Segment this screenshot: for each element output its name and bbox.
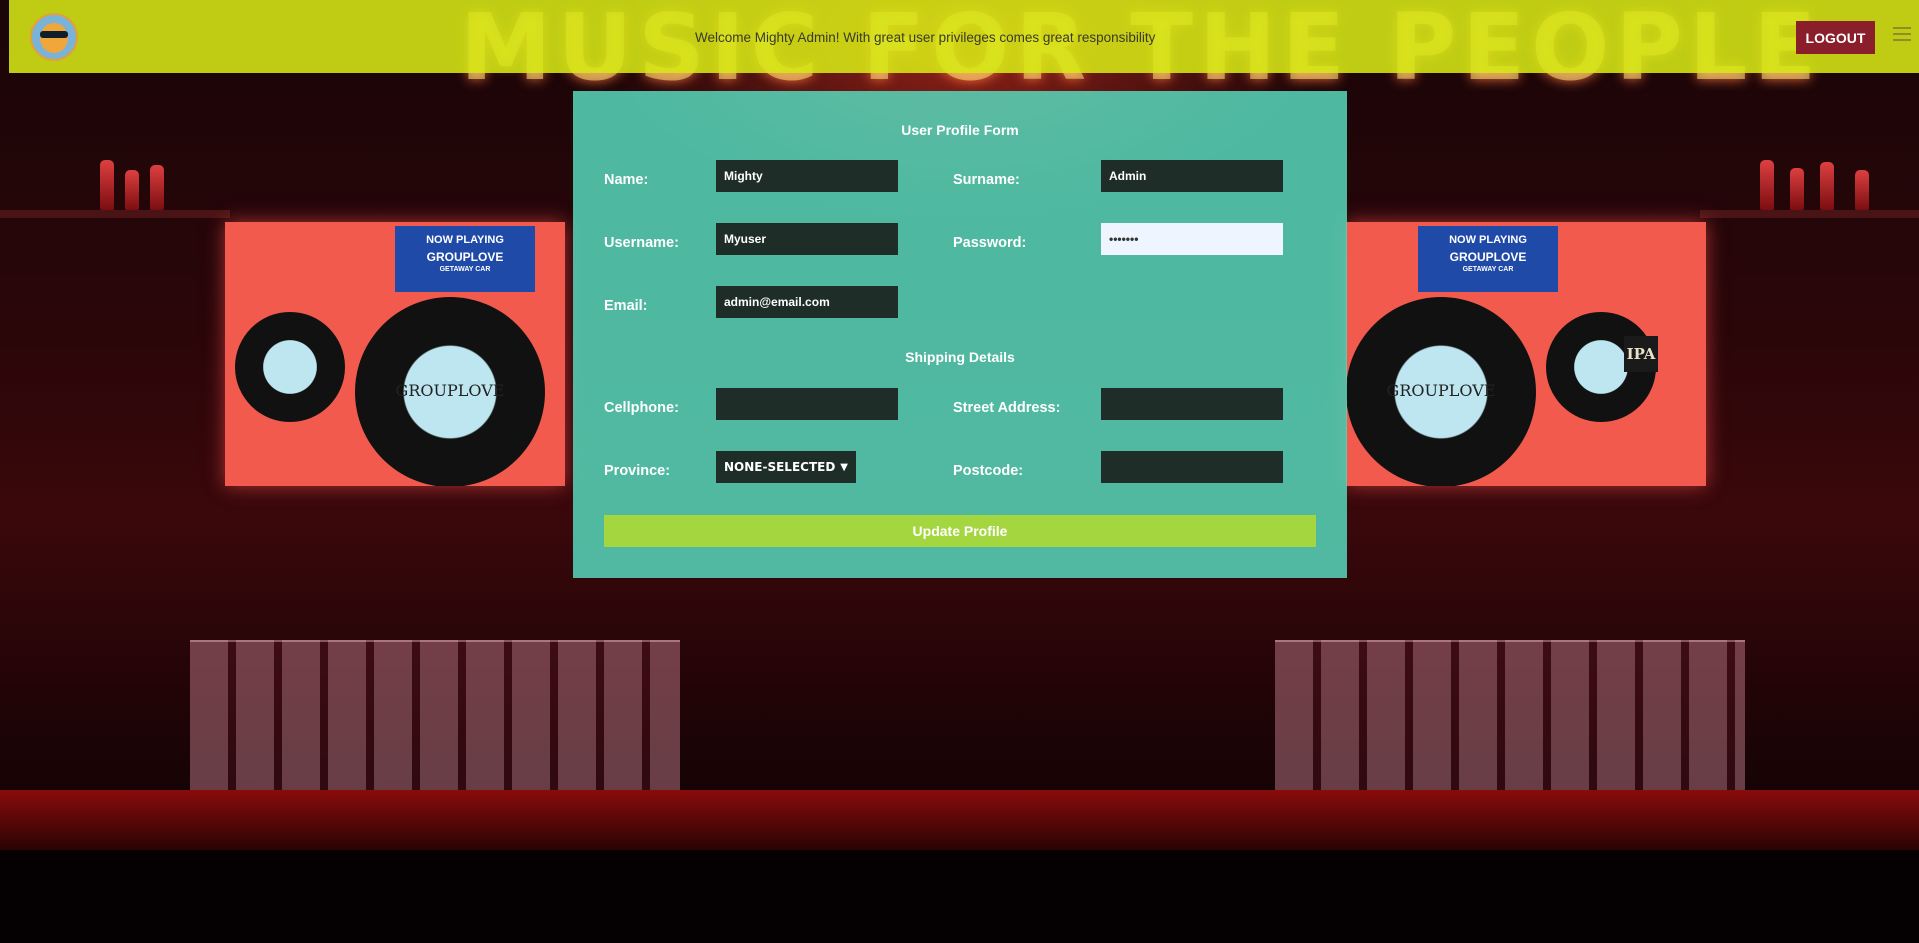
- password-input[interactable]: [1101, 223, 1283, 255]
- logout-button[interactable]: LOGOUT: [1796, 21, 1875, 54]
- province-selected-value: NONE-SELECTED: [724, 460, 836, 474]
- bottle: [125, 170, 139, 210]
- username-label: Username:: [604, 235, 679, 251]
- welcome-message: Welcome Mighty Admin! With great user pr…: [695, 30, 1156, 45]
- email-label: Email:: [604, 298, 648, 314]
- logo-face: [40, 23, 68, 53]
- now-playing-label: NOW PLAYING: [1449, 234, 1527, 246]
- cellphone-input[interactable]: [716, 388, 898, 420]
- now-playing-banner: NOW PLAYING GROUPLOVE GETAWAY CAR: [1418, 226, 1558, 292]
- update-profile-button[interactable]: Update Profile: [604, 515, 1316, 547]
- lion-logo-icon[interactable]: [30, 13, 78, 61]
- user-profile-form: User Profile Form Name: Surname: Usernam…: [573, 91, 1347, 578]
- now-playing-banner: NOW PLAYING GROUPLOVE GETAWAY CAR: [395, 226, 535, 292]
- bottle: [1760, 160, 1774, 210]
- surname-label: Surname:: [953, 172, 1020, 188]
- vinyl-record-icon: GROUPLOVE: [355, 297, 545, 486]
- vinyl-label: GROUPLOVE: [395, 381, 505, 400]
- form-title: User Profile Form: [901, 122, 1019, 138]
- name-label: Name:: [604, 172, 649, 188]
- postcode-input[interactable]: [1101, 451, 1283, 483]
- province-select[interactable]: NONE-SELECTED ▼: [716, 451, 856, 483]
- bottle: [150, 165, 164, 210]
- now-playing-label: NOW PLAYING: [426, 234, 504, 246]
- shipping-details-title: Shipping Details: [905, 349, 1015, 365]
- now-playing-screen-left: NOW PLAYING GROUPLOVE GETAWAY CAR GROUPL…: [225, 222, 565, 486]
- vinyl-record-icon: [235, 312, 345, 422]
- cellphone-label: Cellphone:: [604, 400, 679, 416]
- password-label: Password:: [953, 235, 1027, 251]
- band-name: GROUPLOVE: [1449, 250, 1527, 264]
- email-input[interactable]: [716, 286, 898, 318]
- album-name: GETAWAY CAR: [1462, 266, 1514, 273]
- tap-handle-label: IPA: [1624, 336, 1658, 372]
- top-navigation-bar: Welcome Mighty Admin! With great user pr…: [9, 0, 1919, 73]
- vinyl-label: GROUPLOVE: [1386, 381, 1496, 400]
- band-name: GROUPLOVE: [426, 250, 504, 264]
- glasses-row: [1275, 640, 1745, 792]
- vinyl-record-icon: GROUPLOVE: [1346, 297, 1536, 486]
- bar-counter: [0, 790, 1919, 850]
- logo-sunglasses: [40, 31, 68, 38]
- bottle: [1855, 170, 1869, 210]
- street-address-label: Street Address:: [953, 400, 1061, 416]
- bottle: [100, 160, 114, 210]
- bottle: [1790, 168, 1804, 210]
- glasses-row: [190, 640, 680, 792]
- surname-input[interactable]: [1101, 160, 1283, 192]
- album-name: GETAWAY CAR: [439, 266, 491, 273]
- shelf: [0, 210, 230, 218]
- shelf: [1700, 210, 1919, 218]
- postcode-label: Postcode:: [953, 463, 1024, 479]
- bottle: [1820, 162, 1834, 210]
- floor: [0, 850, 1919, 943]
- chevron-down-icon: ▼: [840, 461, 848, 473]
- hamburger-menu-icon[interactable]: [1893, 27, 1911, 41]
- street-address-input[interactable]: [1101, 388, 1283, 420]
- province-label: Province:: [604, 463, 671, 479]
- username-input[interactable]: [716, 223, 898, 255]
- name-input[interactable]: [716, 160, 898, 192]
